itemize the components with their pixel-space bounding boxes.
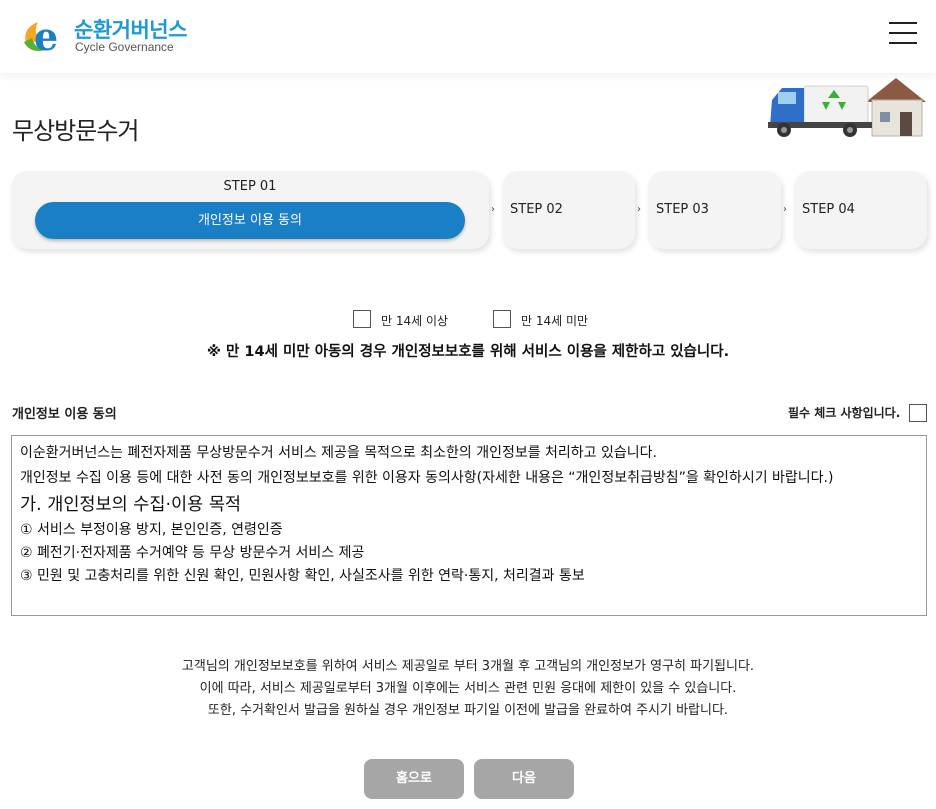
page-title: 무상방문수거: [12, 117, 139, 145]
step-arrow-icon: ›: [491, 204, 495, 215]
step-01: STEP 01 개인정보 이용 동의: [11, 171, 489, 249]
retention-info-line: 고객님의 개인정보보호를 위하여 서비스 제공일로 부터 3개월 후 고객님의 …: [181, 659, 755, 674]
age-over-14-checkbox[interactable]: [353, 310, 371, 328]
step-arrow-icon: ›: [637, 204, 641, 215]
terms-paragraph: 개인정보 수집 이용 등에 대한 사전 동의 개인정보보호를 위한 이용자 동의…: [20, 470, 834, 486]
recycling-truck-house-illustration: [768, 78, 926, 137]
terms-paragraph: 이순환거버넌스는 폐전자제품 무상방문수거 서비스 제공을 목적으로 최소한의 …: [20, 445, 657, 461]
terms-list-item: ① 서비스 부정이용 방지, 본인인증, 연령인증: [20, 522, 283, 538]
consent-section-title: 개인정보 이용 동의: [12, 407, 117, 422]
privacy-terms-textbox[interactable]: 이순환거버넌스는 폐전자제품 무상방문수거 서비스 제공을 목적으로 최소한의 …: [11, 435, 927, 616]
step-04-label: STEP 04: [802, 202, 855, 217]
hamburger-menu-icon[interactable]: [889, 21, 917, 45]
terms-list-item: ③ 민원 및 고충처리를 위한 신원 확인, 민원사항 확인, 사실조사를 위한…: [20, 568, 585, 584]
step-02-label: STEP 02: [510, 202, 563, 217]
age-under-14-label: 만 14세 미만: [521, 314, 589, 328]
age-under-14-option[interactable]: 만 14세 미만: [493, 310, 603, 328]
consent-agree-checkbox[interactable]: [909, 404, 927, 422]
step-03: STEP 03: [648, 171, 781, 249]
brand-logo[interactable]: e 순환거버넌스 Cycle Governance: [20, 12, 200, 58]
svg-text:e: e: [34, 14, 58, 58]
terms-heading: 가. 개인정보의 수집·이용 목적: [20, 495, 242, 515]
age-under-14-checkbox[interactable]: [493, 310, 511, 328]
step-04: STEP 04: [794, 171, 927, 249]
step-01-active-pill: 개인정보 이용 동의: [35, 202, 465, 239]
age-restriction-notice: ※ 만 14세 미만 아동의 경우 개인정보보호를 위해 서비스 이용을 제한하…: [206, 344, 730, 360]
age-over-14-label: 만 14세 이상: [381, 314, 449, 328]
retention-info-line: 이에 따라, 서비스 제공일로부터 3개월 이후에는 서비스 관련 민원 응대에…: [199, 681, 737, 696]
next-button[interactable]: 다음: [474, 759, 574, 799]
home-button[interactable]: 홈으로: [364, 759, 464, 799]
brand-name-en: Cycle Governance: [75, 40, 174, 54]
step-arrow-icon: ›: [783, 204, 787, 215]
age-over-14-option[interactable]: 만 14세 이상: [353, 310, 463, 328]
retention-info: 고객님의 개인정보보호를 위하여 서비스 제공일로 부터 3개월 후 고객님의 …: [0, 656, 936, 722]
required-check-label: 필수 체크 사항입니다.: [788, 406, 901, 420]
retention-info-line: 또한, 수거확인서 발급을 원하실 경우 개인정보 파기일 이전에 발급을 완료…: [207, 703, 729, 718]
step-03-label: STEP 03: [656, 202, 709, 217]
step-02: STEP 02: [502, 171, 635, 249]
logo-icon: e: [24, 14, 58, 58]
terms-list-item: ② 폐전기·전자제품 수거예약 등 무상 방문수거 서비스 제공: [20, 545, 365, 561]
site-header: e 순환거버넌스 Cycle Governance: [0, 0, 936, 73]
step-01-label: STEP 01: [223, 179, 277, 194]
